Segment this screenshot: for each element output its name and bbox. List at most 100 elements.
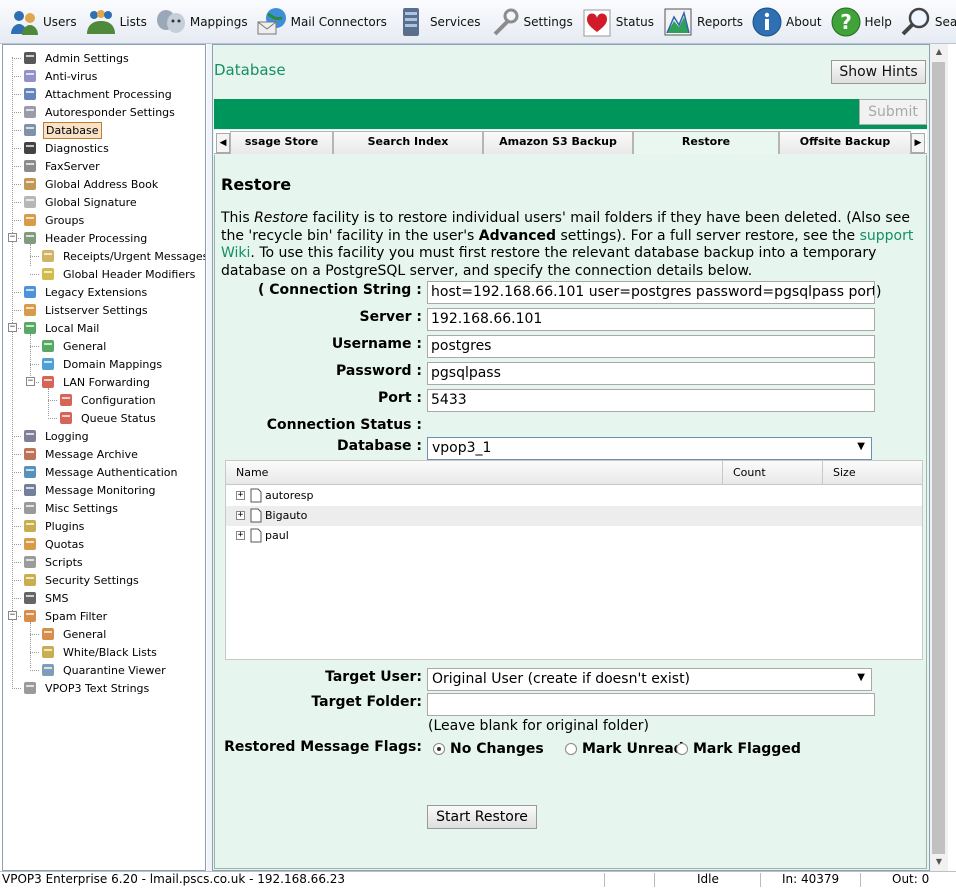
sidebar-item-label: Configuration — [81, 393, 156, 407]
sidebar-item-label: General — [63, 339, 107, 353]
radio-label: No Changes — [450, 741, 544, 757]
scrollbar-thumb[interactable] — [932, 62, 945, 854]
sidebar-item-sms[interactable]: SMS — [22, 589, 70, 607]
sidebar-item-global-header-modifiers[interactable]: Global Header Modifiers — [40, 265, 197, 283]
sidebar-item-groups[interactable]: Groups — [22, 211, 86, 229]
flag-mark-flagged-radio[interactable]: Mark Flagged — [676, 741, 801, 757]
sidebar-item-admin-settings[interactable]: Admin Settings — [22, 49, 131, 67]
start-restore-button[interactable]: Start Restore — [427, 805, 537, 829]
sidebar-item-autoresponder-settings[interactable]: Autoresponder Settings — [22, 103, 177, 121]
username-input[interactable]: postgres — [427, 335, 875, 358]
sidebar-item-vpop3-text-strings[interactable]: VPOP3 Text Strings — [22, 679, 151, 697]
folder-row[interactable]: + Bigauto — [226, 506, 922, 526]
users-icon — [11, 10, 38, 35]
tree-line — [30, 364, 39, 365]
sidebar-item-white-black-lists[interactable]: White/Black Lists — [40, 643, 159, 661]
sidebar-item-global-signature[interactable]: Global Signature — [22, 193, 139, 211]
sidebar-item-diagnostics[interactable]: Diagnostics — [22, 139, 111, 157]
sidebar-item-general[interactable]: General — [40, 337, 108, 355]
toolbar-users-button[interactable]: Users — [8, 2, 77, 42]
sidebar-item-queue-status[interactable]: Queue Status — [58, 409, 158, 427]
scroll-down-icon[interactable]: ▼ — [930, 854, 948, 870]
submit-button[interactable]: Submit — [859, 99, 927, 125]
sidebar-item-message-monitoring[interactable]: Message Monitoring — [22, 481, 158, 499]
page-scrollbar[interactable]: ▲ ▼ — [930, 44, 948, 871]
toolbar-lists-button[interactable]: Lists — [85, 2, 147, 42]
sidebar-item-listserver-settings[interactable]: Listserver Settings — [22, 301, 150, 319]
expand-plus-icon[interactable]: + — [236, 491, 245, 500]
sidebar-item-attachment-processing[interactable]: Attachment Processing — [22, 85, 174, 103]
toolbar-settings-button[interactable]: Settings — [489, 2, 573, 42]
scroll-up-icon[interactable]: ▲ — [930, 44, 948, 60]
sidebar-item-database[interactable]: Database — [22, 121, 102, 139]
document-icon — [250, 488, 262, 503]
toolbar-services-button[interactable]: Services — [395, 2, 481, 42]
folder-name: autoresp — [265, 489, 314, 502]
flag-mark-unread-radio[interactable]: Mark Unread — [565, 741, 684, 757]
sidebar-item-plugins[interactable]: Plugins — [22, 517, 86, 535]
toolbar-help-button[interactable]: ? Help — [830, 2, 892, 42]
sidebar-item-faxserver[interactable]: FaxServer — [22, 157, 102, 175]
status-out-count: Out: 0 — [892, 872, 930, 886]
target-folder-input[interactable] — [427, 693, 875, 716]
folder-row[interactable]: + autoresp — [226, 486, 922, 506]
column-header-name[interactable]: Name — [226, 461, 723, 485]
tab-offsite-backup[interactable]: Offsite Backup — [779, 131, 911, 154]
tree-line — [12, 580, 21, 581]
sidebar-item-receipts-urgent-messages[interactable]: Receipts/Urgent Messages — [40, 247, 205, 265]
sidebar-item-misc-settings[interactable]: Misc Settings — [22, 499, 120, 517]
tab-scroll-left-icon[interactable]: ◀ — [216, 133, 230, 153]
sidebar-item-logging[interactable]: Logging — [22, 427, 91, 445]
sidebar-item-configuration[interactable]: Configuration — [58, 391, 158, 409]
sidebar-item-lan-forwarding[interactable]: LAN Forwarding — [40, 373, 152, 391]
sidebar-item-anti-virus[interactable]: Anti-virus — [22, 67, 99, 85]
tab-search-index[interactable]: Search Index — [333, 131, 483, 154]
port-input[interactable]: 5433 — [427, 389, 875, 412]
sidebar-item-quarantine-viewer[interactable]: Quarantine Viewer — [40, 661, 168, 679]
connection-string-input[interactable]: host=192.168.66.101 user=postgres passwo… — [427, 281, 875, 304]
toolbar-status-button[interactable]: Status — [581, 2, 654, 42]
sidebar-item-global-address-book[interactable]: Global Address Book — [22, 175, 160, 193]
tree-line — [12, 220, 21, 221]
toolbar-reports-button[interactable]: Reports — [662, 2, 743, 42]
password-input[interactable]: pgsqlpass — [427, 362, 875, 385]
sidebar-item-domain-mappings[interactable]: Domain Mappings — [40, 355, 164, 373]
tab-restore[interactable]: Restore — [633, 131, 779, 154]
expand-plus-icon[interactable]: + — [236, 531, 245, 540]
tab-scroll-right-icon[interactable]: ▶ — [911, 133, 925, 153]
expand-toggle-header-processing[interactable]: − — [8, 233, 17, 242]
expand-toggle-lan-forwarding[interactable]: − — [26, 377, 35, 386]
connection-string-label-text: Connection String : — [269, 282, 422, 298]
database-select[interactable]: vpop3_1 ▼ — [427, 437, 872, 460]
sidebar-item-scripts[interactable]: Scripts — [22, 553, 85, 571]
sidebar-item-security-settings[interactable]: Security Settings — [22, 571, 141, 589]
services-icon — [402, 7, 419, 36]
column-header-count[interactable]: Count — [723, 461, 823, 485]
toolbar-about-button[interactable]: About — [751, 2, 822, 42]
server-input[interactable]: 192.168.66.101 — [427, 308, 875, 331]
tab-message-store[interactable]: ssage Store — [230, 131, 333, 154]
expand-plus-icon[interactable]: + — [236, 511, 245, 520]
sidebar-item-legacy-extensions[interactable]: Legacy Extensions — [22, 283, 149, 301]
sidebar-item-quotas[interactable]: Quotas — [22, 535, 86, 553]
column-header-size[interactable]: Size — [823, 461, 922, 485]
target-user-select[interactable]: Original User (create if doesn't exist) … — [427, 668, 872, 691]
toolbar-search-button[interactable]: Search — [900, 2, 956, 42]
sidebar-item-spam-filter[interactable]: Spam Filter — [22, 607, 109, 625]
sidebar-item-message-archive[interactable]: Message Archive — [22, 445, 140, 463]
sidebar-item-general[interactable]: General — [40, 625, 108, 643]
folder-row[interactable]: + paul — [226, 526, 922, 546]
toolbar-mail-connectors-button[interactable]: Mail Connectors — [256, 2, 387, 42]
sidebar-item-label: VPOP3 Text Strings — [45, 681, 150, 695]
sidebar-item-header-processing[interactable]: Header Processing — [22, 229, 149, 247]
flag-no-changes-radio[interactable]: No Changes — [433, 741, 544, 757]
expand-toggle-spam-filter[interactable]: − — [8, 611, 17, 620]
expand-toggle-local-mail[interactable]: − — [8, 323, 17, 332]
tab-amazon-s3-backup[interactable]: Amazon S3 Backup — [483, 131, 633, 154]
toolbar-mappings-button[interactable]: Mappings — [155, 2, 248, 42]
mail-connectors-icon — [257, 7, 286, 34]
sidebar-item-message-authentication[interactable]: Message Authentication — [22, 463, 179, 481]
sidebar-item-label: Quarantine Viewer — [63, 663, 166, 677]
sidebar-item-local-mail[interactable]: Local Mail — [22, 319, 101, 337]
show-hints-button[interactable]: Show Hints — [831, 60, 926, 84]
